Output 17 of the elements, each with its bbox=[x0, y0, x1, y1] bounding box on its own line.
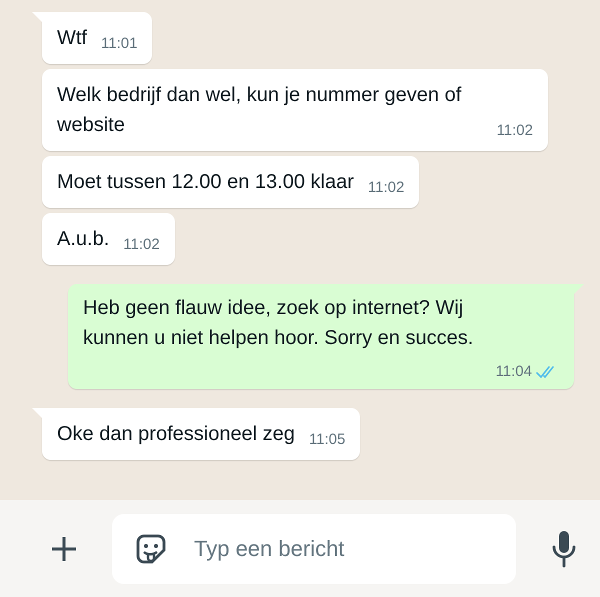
message-input[interactable]: Typ een bericht bbox=[192, 534, 456, 562]
message-time: 11:02 bbox=[368, 179, 404, 197]
message-text: Moet tussen 12.00 en 13.00 klaar bbox=[57, 171, 354, 193]
message-text: Wtf bbox=[57, 27, 87, 49]
message-time: 11:02 bbox=[496, 122, 533, 140]
message-time: 11:05 bbox=[308, 431, 346, 449]
message-time: 11:04 bbox=[496, 363, 532, 381]
message-text: A.u.b. bbox=[57, 228, 110, 250]
message-text: Oke dan professioneel zeg bbox=[57, 423, 295, 445]
message-text: Heb geen flauw idee, zoek op internet? Wij kunnen u niet helpen hoor. Sorry en succes. bbox=[83, 296, 474, 351]
composer-box[interactable]: Typ een bericht bbox=[112, 514, 516, 584]
add-icon[interactable] bbox=[50, 534, 78, 562]
message-time: 11:02 bbox=[123, 236, 160, 254]
microphone-icon[interactable] bbox=[550, 530, 578, 568]
message-text: Welk bedrijf dan wel, kun je nummer geven of website bbox=[57, 84, 462, 136]
sticker-icon[interactable] bbox=[134, 532, 168, 566]
message-time: 11:01 bbox=[101, 35, 138, 53]
